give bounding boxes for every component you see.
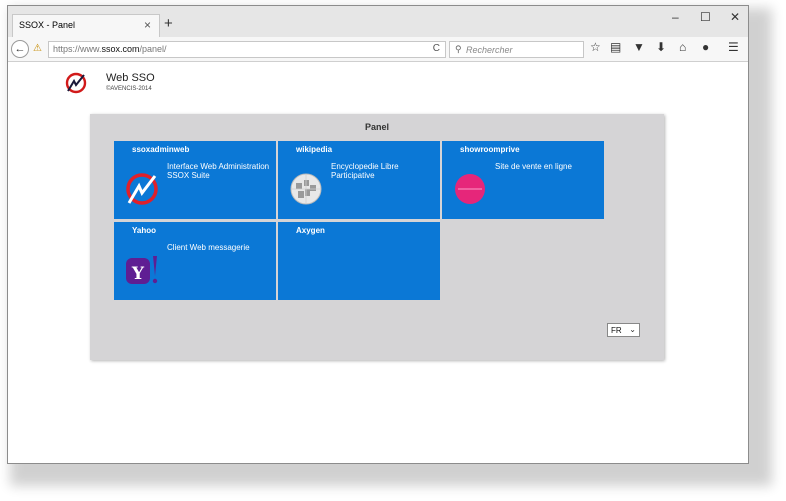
card-name: Axygen xyxy=(296,226,325,235)
brand-copyright: ©AVENCIS-2014 xyxy=(106,86,152,92)
card-name: ssoxadminweb xyxy=(132,145,190,154)
app-card-showroomprive[interactable]: showroomprive Site de vente en ligne xyxy=(442,141,604,219)
wikipedia-globe-icon xyxy=(290,173,322,205)
browser-window: SSOX - Panel × + – ☐ ✕ ← ⚠ https://www.s… xyxy=(7,5,749,464)
language-select[interactable]: FR ⌄ xyxy=(607,323,640,337)
language-value: FR xyxy=(611,326,622,335)
reload-icon[interactable]: C xyxy=(433,43,440,54)
svg-text:Y: Y xyxy=(131,264,145,284)
tab-ssox-panel[interactable]: SSOX - Panel × xyxy=(12,14,160,37)
download-icon[interactable]: ⬇ xyxy=(656,41,666,53)
back-button[interactable]: ← xyxy=(11,40,29,58)
card-description: Site de vente en ligne xyxy=(495,162,572,171)
search-bar[interactable]: ⚲ Rechercher xyxy=(449,41,584,58)
card-name: showroomprive xyxy=(460,145,520,154)
chat-icon[interactable]: ● xyxy=(702,41,709,53)
nav-bar: ← ⚠ https://www.ssox.com/panel/ C ⚲ Rech… xyxy=(8,37,748,62)
panel-title: Panel xyxy=(364,122,389,132)
page-content: Web SSO ©AVENCIS-2014 Panel ssoxadminweb… xyxy=(8,62,748,463)
url-text: https://www.ssox.com/panel/ xyxy=(53,44,167,54)
card-description: Client Web messagerie xyxy=(167,243,250,252)
card-description: Interface Web Administration SSOX Suite xyxy=(167,162,270,181)
yahoo-logo-icon: Y xyxy=(126,256,158,284)
tab-title: SSOX - Panel xyxy=(19,20,76,30)
showroomprive-logo-icon xyxy=(455,174,485,204)
app-panel: Panel ssoxadminweb Interface Web Adminis… xyxy=(90,114,664,360)
card-name: Yahoo xyxy=(132,226,157,235)
address-bar[interactable]: https://www.ssox.com/panel/ C xyxy=(48,41,446,58)
search-placeholder: Rechercher xyxy=(466,45,513,55)
reading-list-icon[interactable]: ▤ xyxy=(610,41,621,53)
pocket-icon[interactable]: ▼ xyxy=(633,41,645,53)
maximize-button[interactable]: ☐ xyxy=(700,10,711,24)
card-name: wikipedia xyxy=(296,145,333,154)
minimize-button[interactable]: – xyxy=(672,10,679,24)
home-icon[interactable]: ⌂ xyxy=(679,41,686,53)
lock-icon[interactable]: ⚠ xyxy=(33,43,42,54)
app-card-wikipedia[interactable]: wikipedia Encyclopedie Libre Participati… xyxy=(278,141,440,219)
new-tab-button[interactable]: + xyxy=(164,16,173,31)
tab-strip: SSOX - Panel × + – ☐ ✕ xyxy=(8,6,748,37)
star-icon[interactable]: ☆ xyxy=(590,41,601,53)
tab-close-icon[interactable]: × xyxy=(144,18,151,32)
close-window-button[interactable]: ✕ xyxy=(730,10,740,24)
app-card-axygen[interactable]: Axygen xyxy=(278,222,440,300)
app-card-ssoxadminweb[interactable]: ssoxadminweb Interface Web Administratio… xyxy=(114,141,276,219)
menu-icon[interactable]: ☰ xyxy=(728,41,739,53)
card-description: Encyclopedie Libre Participative xyxy=(331,162,399,181)
chevron-down-icon: ⌄ xyxy=(629,325,636,334)
ssox-logo-icon xyxy=(126,173,158,205)
search-icon: ⚲ xyxy=(455,44,462,54)
app-card-yahoo[interactable]: Yahoo Client Web messagerie Y xyxy=(114,222,276,300)
web-sso-logo-icon xyxy=(65,72,87,94)
brand-name: Web SSO xyxy=(106,72,155,84)
